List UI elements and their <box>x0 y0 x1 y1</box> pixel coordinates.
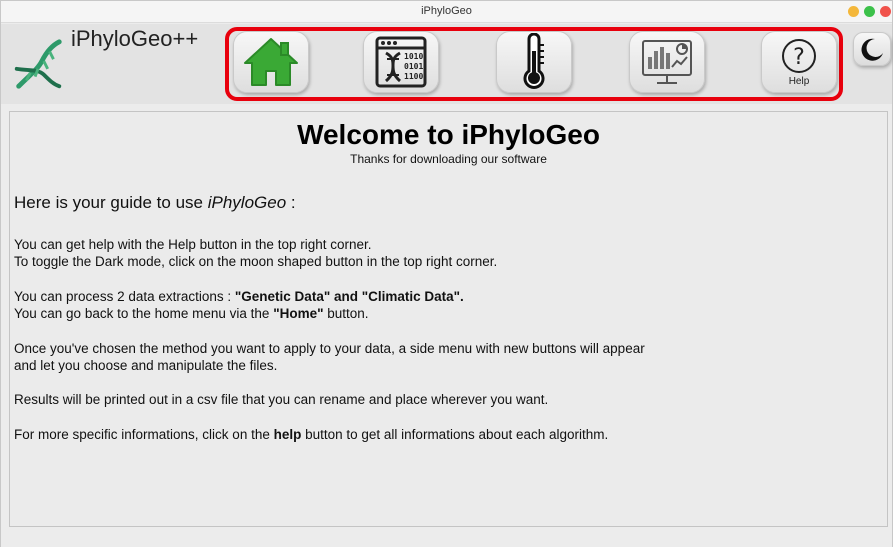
maximize-button[interactable] <box>864 6 875 17</box>
page-subtitle: Thanks for downloading our software <box>350 152 547 166</box>
side-menu-line: Once you've chosen the method you want t… <box>14 341 645 356</box>
more-info-suffix: button to get all informations about eac… <box>301 427 609 442</box>
window-title: iPhyloGeo <box>421 5 472 17</box>
home-icon <box>244 38 298 86</box>
guide-heading: Here is your guide to use iPhyloGeo : <box>14 193 296 213</box>
extractions-line: You can process 2 data extractions : "Ge… <box>14 288 464 305</box>
home-button[interactable] <box>233 31 309 93</box>
genetic-data-button[interactable]: 1010 0101 1100 <box>363 31 439 93</box>
thermometer-icon <box>523 33 545 89</box>
page-title: Welcome to iPhyloGeo <box>297 119 600 150</box>
guide-suffix: : <box>286 193 296 212</box>
help-paragraph: You can get help with the Help button in… <box>14 236 497 270</box>
minimize-button[interactable] <box>848 6 859 17</box>
manipulate-line: and let you choose and manipulate the fi… <box>14 358 278 373</box>
home-line: You can go back to the home menu via the… <box>14 305 464 322</box>
svg-text:0101: 0101 <box>404 62 423 71</box>
close-button[interactable] <box>880 6 891 17</box>
title-bar: iPhyloGeo <box>1 1 892 23</box>
moon-icon <box>861 38 883 61</box>
app-brand: iPhyloGeo++ <box>71 26 199 51</box>
genetic-data-icon: 1010 0101 1100 <box>375 36 427 88</box>
more-info-paragraph: For more specific informations, click on… <box>14 426 608 443</box>
home-suffix: button. <box>323 306 369 321</box>
home-text: You can go back to the home menu via the <box>14 306 274 321</box>
results-chart-icon <box>642 40 692 84</box>
guide-app-name: iPhyloGeo <box>207 193 287 212</box>
dna-logo-icon <box>14 39 62 89</box>
extractions-bold: "Genetic Data" and "Climatic Data". <box>234 289 464 304</box>
svg-text:1100: 1100 <box>404 72 423 81</box>
status-bar <box>1 531 892 547</box>
svg-text:?: ? <box>793 45 805 70</box>
svg-text:1010: 1010 <box>404 52 423 61</box>
help-icon: ? <box>782 38 816 73</box>
results-button[interactable] <box>629 31 705 93</box>
help-button[interactable]: ? Help <box>761 31 837 93</box>
guide-prefix: Here is your guide to use <box>14 193 208 212</box>
dark-mode-button[interactable] <box>853 32 891 66</box>
welcome-panel: Welcome to iPhyloGeo Thanks for download… <box>9 111 888 527</box>
results-paragraph: Results will be printed out in a csv fil… <box>14 392 549 407</box>
more-info-text: For more specific informations, click on… <box>14 427 274 442</box>
app-window: iPhyloGeo iPhyloGeo++ 1010 0101 1100 ? H… <box>0 0 893 547</box>
home-bold: "Home" <box>273 306 324 321</box>
more-info-bold: help <box>273 427 302 442</box>
help-line: You can get help with the Help button in… <box>14 237 372 252</box>
climatic-data-button[interactable] <box>496 31 572 93</box>
extractions-paragraph: You can process 2 data extractions : "Ge… <box>14 288 464 322</box>
help-label: Help <box>788 75 810 87</box>
dark-mode-line: To toggle the Dark mode, click on the mo… <box>14 254 498 269</box>
side-menu-paragraph: Once you've chosen the method you want t… <box>14 340 645 374</box>
extractions-text: You can process 2 data extractions : <box>14 289 235 304</box>
